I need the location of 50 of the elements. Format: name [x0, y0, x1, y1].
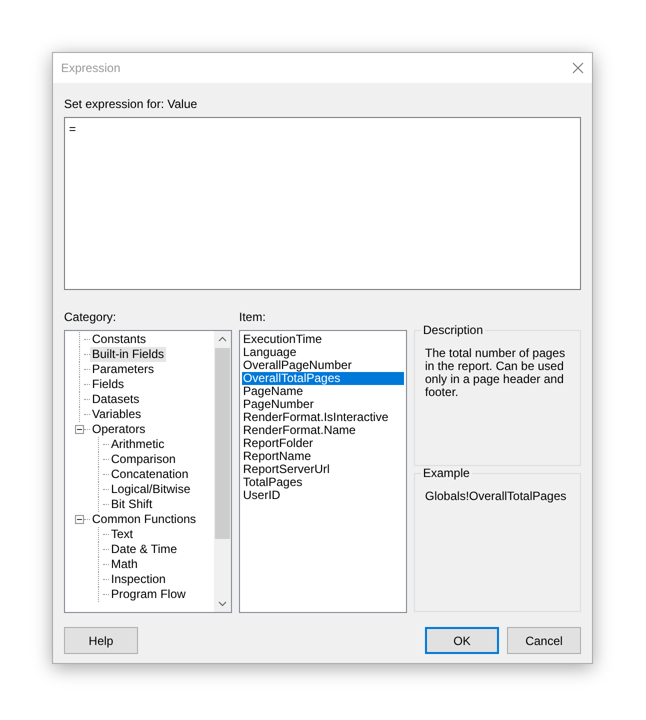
tree-item[interactable]: Program Flow	[109, 587, 188, 602]
tree-item[interactable]: Logical/Bitwise	[109, 482, 192, 497]
list-item[interactable]: UserID	[242, 489, 404, 502]
tree-item[interactable]: Operators	[90, 422, 148, 437]
tree-item[interactable]: Comparison	[109, 452, 178, 467]
tree-item[interactable]: Datasets	[90, 392, 142, 407]
tree-item[interactable]: Concatenation	[109, 467, 190, 482]
tree-item[interactable]: Variables	[90, 407, 144, 422]
list-item[interactable]: PageNumber	[242, 398, 404, 411]
item-label: Item:	[239, 310, 267, 324]
group-title: Description	[421, 323, 486, 337]
list-item[interactable]: OverallPageNumber	[242, 359, 404, 372]
tree-item[interactable]: Text	[109, 527, 136, 542]
tree-item[interactable]: Math	[109, 557, 140, 572]
tree-item[interactable]: Parameters	[90, 362, 156, 377]
expression-label: Set expression for: Value	[64, 97, 198, 111]
list-item[interactable]: TotalPages	[242, 476, 404, 489]
example-text: Globals!OverallTotalPages	[425, 490, 568, 503]
tree-item[interactable]: Bit Shift	[109, 497, 154, 512]
collapse-icon[interactable]	[75, 425, 84, 434]
tree-item[interactable]: Fields	[90, 377, 126, 392]
tree-item[interactable]: Date & Time	[109, 542, 180, 557]
dialog-button[interactable]: OK	[425, 627, 499, 654]
list-item[interactable]: ExecutionTime	[242, 333, 404, 346]
list-item[interactable]: OverallTotalPages	[242, 372, 404, 385]
list-item[interactable]: RenderFormat.IsInteractive	[242, 411, 404, 424]
close-icon[interactable]	[572, 62, 584, 74]
list-item[interactable]: PageName	[242, 385, 404, 398]
description-text: The total number of pages in the report. Can be used only in a page header and footer.	[425, 347, 566, 399]
window-title: Expression	[61, 60, 120, 77]
tree-item[interactable]: Inspection	[109, 572, 168, 587]
tree-item[interactable]: Common Functions	[90, 512, 198, 527]
scrollbar[interactable]	[214, 331, 231, 612]
list-item[interactable]: Language	[242, 346, 404, 359]
list-item[interactable]: RenderFormat.Name	[242, 424, 404, 437]
tree-item[interactable]: Arithmetic	[109, 437, 166, 452]
dialog-button[interactable]: Help	[64, 627, 138, 654]
group-title: Example	[421, 466, 472, 480]
tree-item[interactable]: Built-in Fields	[90, 347, 166, 362]
item-list[interactable]: ExecutionTime Language OverallPageNumber OverallTotalPages PageName PageNumber RenderFormat.IsInteractive RenderFormat.Name ReportFolder ReportName ReportServerUrl TotalPages UserID	[239, 330, 407, 613]
tree-item[interactable]: Constants	[90, 332, 148, 347]
dialog-button[interactable]: Cancel	[507, 627, 581, 654]
list-item[interactable]: ReportServerUrl	[242, 463, 404, 476]
expression-field[interactable]: =	[64, 117, 581, 290]
list-item[interactable]: ReportName	[242, 450, 404, 463]
list-item[interactable]: ReportFolder	[242, 437, 404, 450]
category-label: Category:	[64, 310, 118, 324]
category-tree[interactable]: Constants Built-in Fields Parameters Fields Datasets Variables Operators Arithmetic Comparison Concatenation Logical/Bitwise Bit Shift Common Functions Text Date & Time Math Inspection Program Flow	[64, 330, 232, 613]
collapse-icon[interactable]	[75, 515, 84, 524]
scrollbar-thumb[interactable]	[215, 348, 230, 539]
